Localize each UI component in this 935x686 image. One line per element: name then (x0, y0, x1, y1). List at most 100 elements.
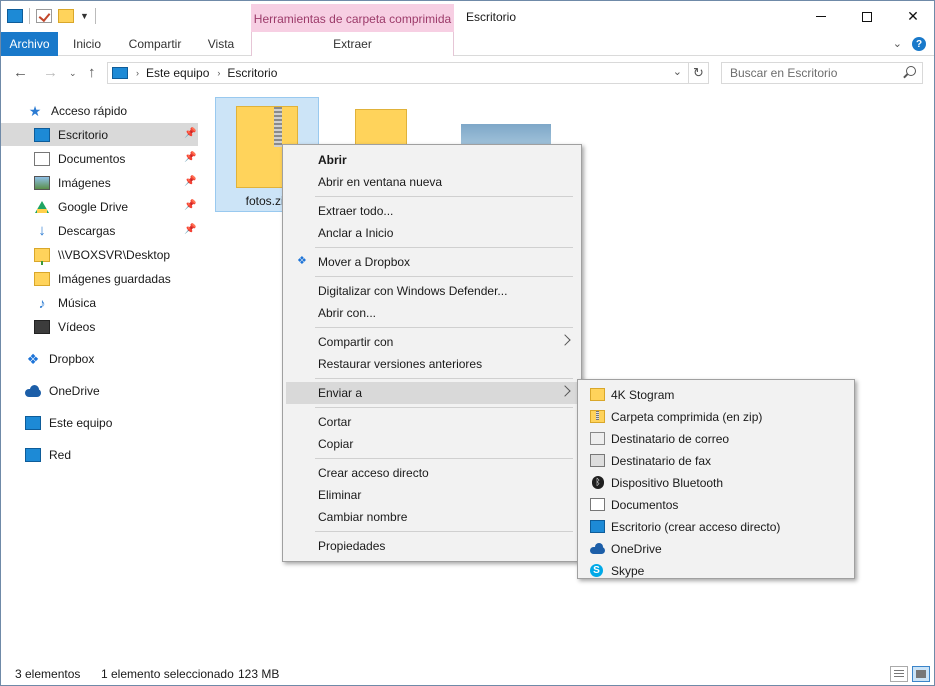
expand-ribbon-icon[interactable]: ⌄ (893, 37, 902, 51)
close-button[interactable]: ✕ (890, 1, 935, 32)
documents-icon (590, 498, 605, 511)
navigation-bar: ← → ⌄ ↑ › Este equipo › Escritorio ⌄ ↻ B… (1, 57, 934, 89)
up-button[interactable]: ↑ (88, 64, 96, 81)
ribbon-controls: ⌄ ? (893, 37, 926, 51)
send-to-fax-recipient[interactable]: Destinatario de fax (581, 450, 851, 472)
sidebar-item-onedrive[interactable]: OneDrive (1, 379, 198, 402)
explorer-window: ▼ Herramientas de carpeta comprimida Esc… (0, 0, 935, 686)
menu-item-abrir-con[interactable]: Abrir con... (286, 302, 579, 324)
submenu-item-label: 4K Stogram (611, 388, 675, 402)
menu-separator (315, 327, 573, 328)
sidebar-item-imagenes[interactable]: Imágenes 📌 (1, 171, 198, 194)
tab-compartir[interactable]: Compartir (119, 32, 191, 56)
menu-item-extraer-todo[interactable]: Extraer todo... (286, 200, 579, 222)
computer-icon[interactable] (7, 9, 23, 23)
sidebar-item-documentos[interactable]: Documentos 📌 (1, 147, 198, 170)
breadcrumb-este-equipo[interactable]: Este equipo (146, 66, 209, 80)
submenu-item-label: Escritorio (crear acceso directo) (611, 520, 781, 534)
desktop-icon (590, 520, 605, 533)
status-bar: 3 elementos 1 elemento seleccionado 123 … (1, 663, 934, 685)
menu-item-crear-acceso-directo[interactable]: Crear acceso directo (286, 462, 579, 484)
selection-size: 123 MB (238, 667, 280, 681)
address-dropdown-icon[interactable]: ⌄ (673, 65, 682, 78)
sidebar-item-google-drive[interactable]: Google Drive 📌 (1, 195, 198, 218)
sidebar-item-label: Escritorio (58, 127, 109, 142)
send-to-onedrive[interactable]: OneDrive (581, 538, 851, 560)
sidebar-item-musica[interactable]: ♪ Música (1, 291, 198, 314)
send-to-bluetooth[interactable]: ᛒ Dispositivo Bluetooth (581, 472, 851, 494)
downloads-icon: ↓ (38, 221, 46, 239)
send-to-desktop-shortcut[interactable]: Escritorio (crear acceso directo) (581, 516, 851, 538)
details-view-button[interactable] (890, 666, 908, 682)
breadcrumb-separator[interactable]: › (136, 68, 139, 78)
sidebar-item-descargas[interactable]: ↓ Descargas 📌 (1, 219, 198, 242)
computer-icon (25, 415, 41, 430)
onedrive-icon (590, 542, 605, 555)
menu-item-compartir-con[interactable]: Compartir con (286, 331, 579, 353)
submenu-item-label: Dispositivo Bluetooth (611, 476, 724, 490)
menu-separator (315, 276, 573, 277)
tab-archivo[interactable]: Archivo (1, 32, 58, 56)
tab-vista[interactable]: Vista (197, 32, 245, 56)
recent-locations-button[interactable]: ⌄ (69, 68, 77, 79)
sidebar-item-quick-access[interactable]: ★ Acceso rápido (1, 99, 198, 122)
menu-item-cortar[interactable]: Cortar (286, 411, 579, 433)
breadcrumb-escritorio[interactable]: Escritorio (227, 66, 277, 80)
large-icons-view-button[interactable] (912, 666, 930, 682)
menu-item-propiedades[interactable]: Propiedades (286, 535, 579, 557)
sidebar-item-label: Imágenes (58, 175, 111, 190)
item-count: 3 elementos (15, 667, 81, 681)
customize-toolbar-icon[interactable]: ▼ (80, 11, 89, 21)
sidebar-item-dropbox[interactable]: ❖ Dropbox (1, 347, 198, 370)
breadcrumb-separator[interactable]: › (217, 68, 220, 78)
menu-item-windows-defender[interactable]: Digitalizar con Windows Defender... (286, 280, 579, 302)
help-icon[interactable]: ? (912, 37, 926, 51)
toolbar-divider (94, 8, 96, 24)
tab-inicio[interactable]: Inicio (61, 32, 113, 56)
sidebar-item-imagenes-guardadas[interactable]: Imágenes guardadas (1, 267, 198, 290)
documents-icon (34, 151, 50, 166)
menu-item-enviar-a[interactable]: Enviar a (286, 382, 579, 404)
submenu-item-label: OneDrive (611, 542, 662, 556)
menu-item-eliminar[interactable]: Eliminar (286, 484, 579, 506)
address-bar[interactable]: › Este equipo › Escritorio ⌄ (107, 62, 689, 84)
menu-item-abrir-ventana-nueva[interactable]: Abrir en ventana nueva (286, 171, 579, 193)
menu-item-abrir[interactable]: Abrir (286, 149, 579, 171)
forward-button[interactable]: → (43, 64, 58, 81)
search-input[interactable]: Buscar en Escritorio (721, 62, 923, 84)
sidebar-item-red[interactable]: Red (1, 443, 198, 466)
menu-item-anclar-inicio[interactable]: Anclar a Inicio (286, 222, 579, 244)
sidebar-item-label: Imágenes guardadas (58, 271, 171, 286)
minimize-button[interactable] (798, 1, 844, 32)
tab-extraer[interactable]: Extraer (251, 32, 454, 56)
sidebar-item-label: Vídeos (58, 319, 96, 334)
properties-icon[interactable] (36, 9, 52, 23)
maximize-button[interactable] (844, 1, 890, 32)
sidebar-item-escritorio[interactable]: Escritorio 📌 (1, 123, 198, 146)
maximize-icon (862, 11, 872, 22)
pin-icon: 📌 (184, 176, 197, 187)
sidebar-item-este-equipo[interactable]: Este equipo (1, 411, 198, 434)
send-to-skype[interactable]: S Skype (581, 560, 851, 578)
minimize-icon (816, 16, 826, 17)
menu-separator (315, 247, 573, 248)
sidebar-item-vboxsvr[interactable]: \\VBOXSVR\Desktop (1, 243, 198, 266)
menu-item-restaurar-versiones[interactable]: Restaurar versiones anteriores (286, 353, 579, 375)
send-to-mail-recipient[interactable]: Destinatario de correo (581, 428, 851, 450)
send-to-zip-folder[interactable]: Carpeta comprimida (en zip) (581, 406, 851, 428)
send-to-4k-stogram[interactable]: 4K Stogram (581, 384, 851, 406)
send-to-documents[interactable]: Documentos (581, 494, 851, 516)
selection-status: 1 elemento seleccionado (101, 667, 234, 681)
menu-item-mover-dropbox[interactable]: ❖ Mover a Dropbox (286, 251, 579, 273)
back-button[interactable]: ← (13, 64, 28, 81)
menu-item-cambiar-nombre[interactable]: Cambiar nombre (286, 506, 579, 528)
menu-item-copiar[interactable]: Copiar (286, 433, 579, 455)
sidebar-item-label: Red (49, 447, 72, 462)
refresh-button[interactable]: ↻ (689, 62, 709, 84)
menu-separator (315, 458, 573, 459)
new-folder-icon[interactable] (58, 9, 74, 23)
sidebar-item-label: Google Drive (58, 199, 129, 214)
desktop-icon (34, 127, 50, 142)
send-to-submenu: 4K Stogram Carpeta comprimida (en zip) D… (577, 379, 855, 579)
sidebar-item-videos[interactable]: Vídeos (1, 315, 198, 338)
